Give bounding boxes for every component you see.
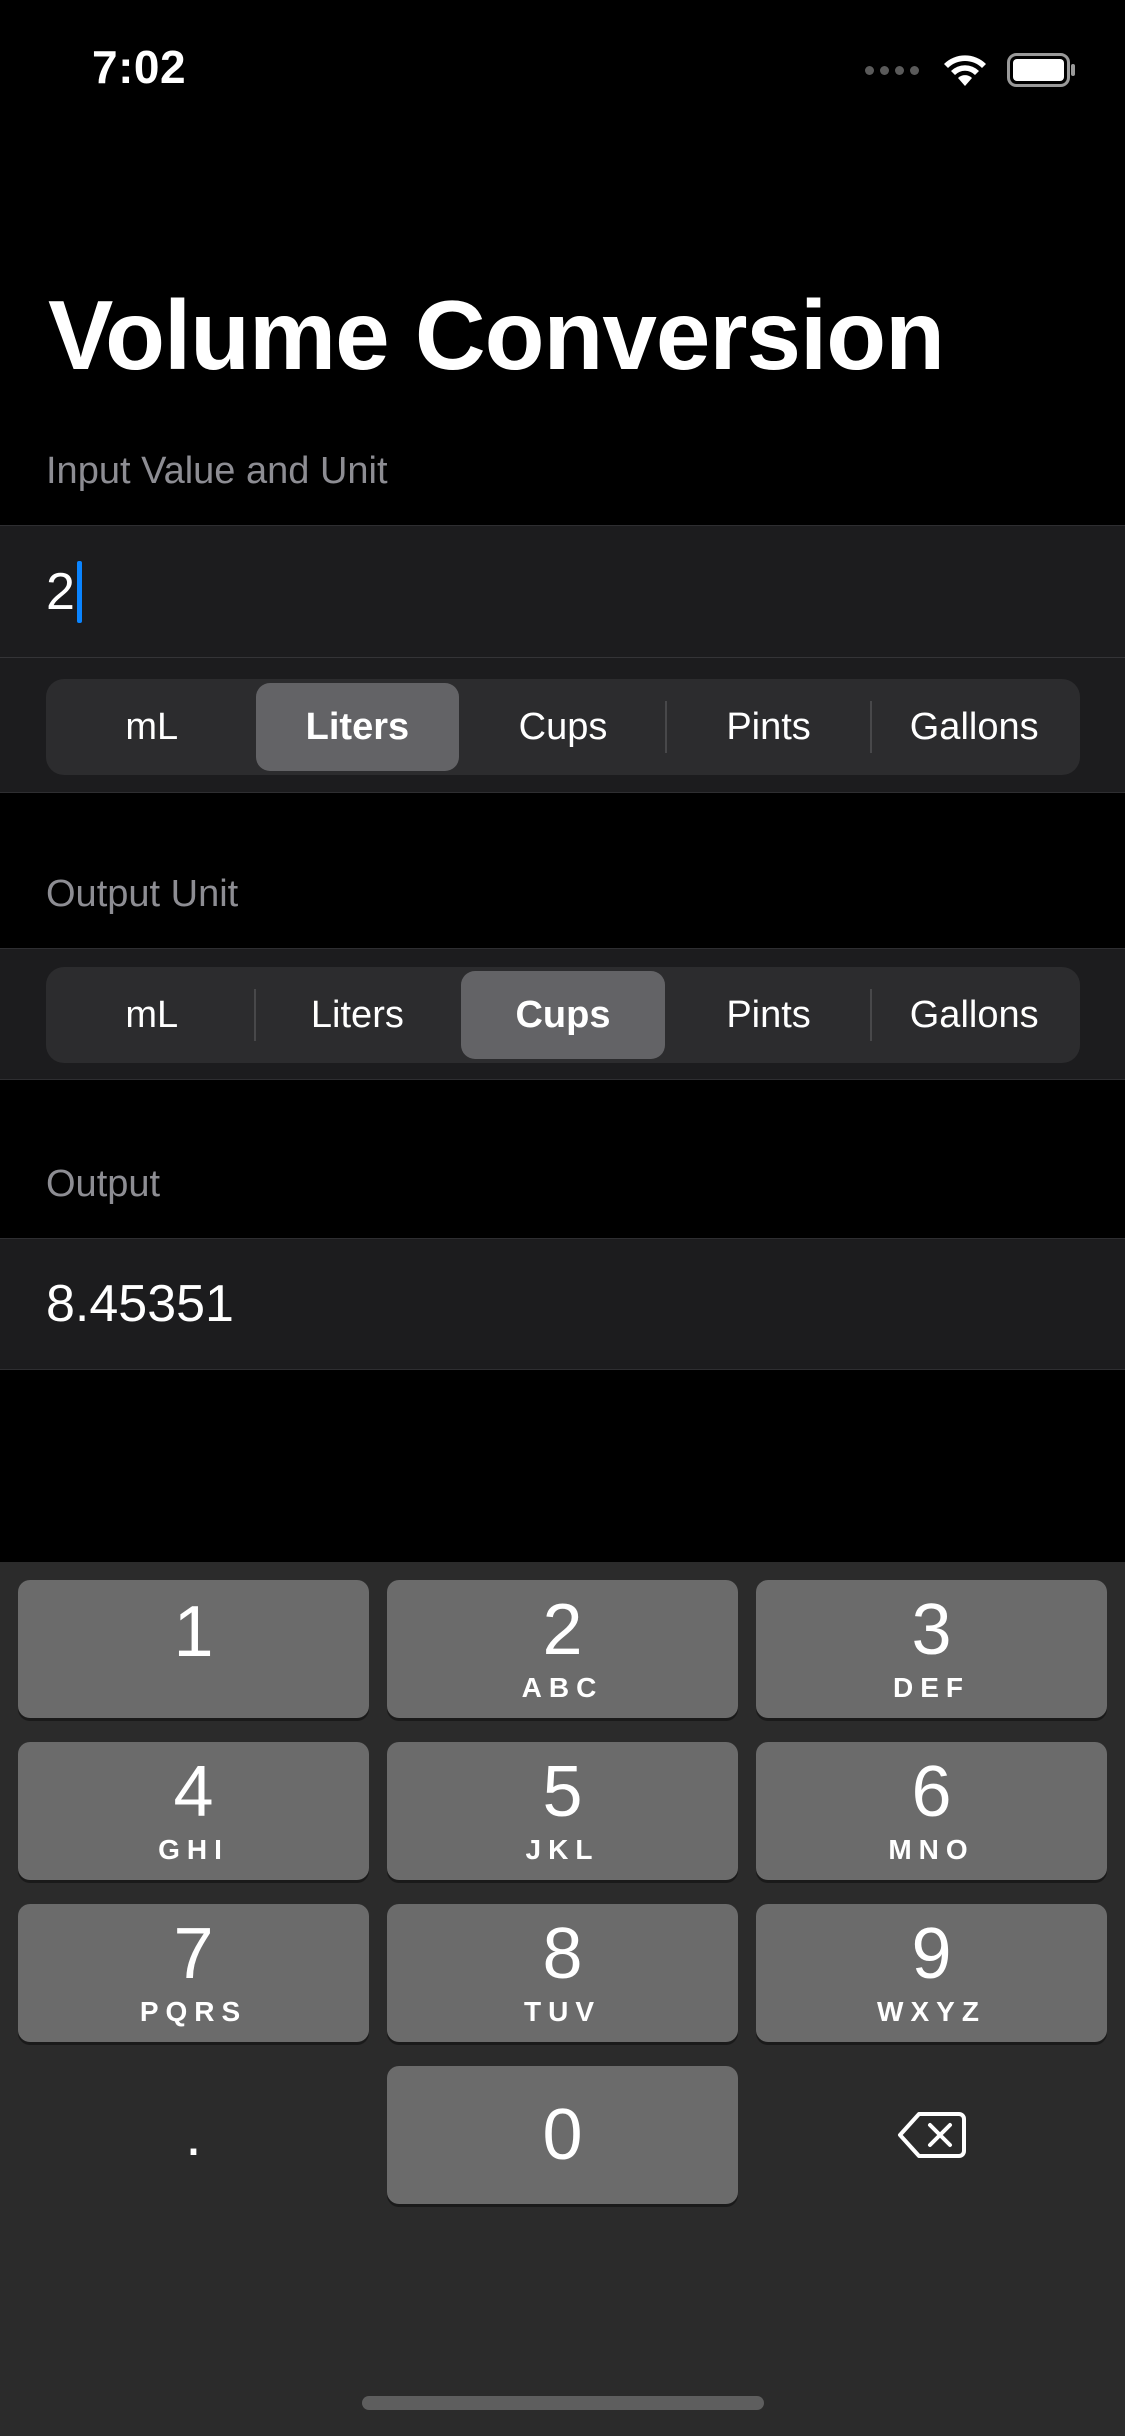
- output-unit-group: mL Liters Cups Pints Gallons: [0, 948, 1125, 1080]
- key-letters: TUV: [524, 1996, 601, 2027]
- key-digit: 1: [173, 1592, 214, 1672]
- output-unit-segment-gallons[interactable]: Gallons: [872, 971, 1076, 1059]
- key-letters: GHI: [158, 1834, 229, 1865]
- output-unit-segment-ml[interactable]: mL: [50, 971, 254, 1059]
- key-7[interactable]: 7 PQRS: [18, 1904, 369, 2042]
- input-unit-segmented-control[interactable]: mL Liters Cups Pints Gallons: [46, 679, 1080, 775]
- key-letters: MNO: [888, 1834, 975, 1865]
- page-title: Volume Conversion: [48, 280, 945, 390]
- decimal-point: .: [185, 2101, 202, 2168]
- input-unit-segment-ml[interactable]: mL: [50, 683, 254, 771]
- key-0[interactable]: 0: [387, 2066, 738, 2204]
- numeric-keypad: 1 2 ABC 3 DEF 4 GHI 5 JKL 6 MNO 7 PQRS 8…: [0, 1562, 1125, 2436]
- key-letters: DEF: [893, 1672, 970, 1703]
- value-input-text[interactable]: 2: [46, 562, 75, 622]
- decimal-key[interactable]: .: [18, 2066, 369, 2204]
- input-unit-segment-gallons[interactable]: Gallons: [872, 683, 1076, 771]
- delete-key[interactable]: [756, 2066, 1107, 2204]
- status-bar: 7:02: [0, 0, 1125, 140]
- key-9[interactable]: 9 WXYZ: [756, 1904, 1107, 2042]
- output-unit-segment-pints[interactable]: Pints: [667, 971, 871, 1059]
- key-5[interactable]: 5 JKL: [387, 1742, 738, 1880]
- key-digit: 6: [911, 1752, 952, 1832]
- key-letters: ABC: [521, 1672, 604, 1703]
- input-unit-segment-liters[interactable]: Liters: [255, 683, 460, 771]
- input-group: 2 mL Liters Cups Pints Gallons: [0, 525, 1125, 793]
- text-caret: [76, 560, 82, 623]
- key-digit: 2: [542, 1590, 583, 1670]
- key-digit: 0: [542, 2095, 583, 2175]
- key-digit: 9: [911, 1914, 952, 1994]
- key-letters: PQRS: [139, 1996, 248, 2027]
- output-unit-segmented-control[interactable]: mL Liters Cups Pints Gallons: [46, 967, 1080, 1063]
- battery-icon: [1007, 53, 1075, 87]
- output-unit-segment-cups[interactable]: Cups: [461, 971, 665, 1059]
- key-3[interactable]: 3 DEF: [756, 1580, 1107, 1718]
- key-digit: 7: [173, 1914, 214, 1994]
- key-2[interactable]: 2 ABC: [387, 1580, 738, 1718]
- output-group: 8.45351: [0, 1238, 1125, 1370]
- value-input-field[interactable]: 2: [0, 526, 1125, 658]
- key-4[interactable]: 4 GHI: [18, 1742, 369, 1880]
- key-digit: 8: [542, 1914, 583, 1994]
- wifi-icon: [944, 55, 986, 86]
- cellular-signal-icon: [865, 65, 919, 75]
- key-6[interactable]: 6 MNO: [756, 1742, 1107, 1880]
- home-indicator[interactable]: [362, 2396, 764, 2410]
- key-1[interactable]: 1: [18, 1580, 369, 1718]
- input-unit-segment-pints[interactable]: Pints: [667, 683, 871, 771]
- output-unit-segment-liters[interactable]: Liters: [256, 971, 460, 1059]
- key-digit: 4: [173, 1752, 214, 1832]
- status-icons: [865, 52, 1077, 88]
- output-unit-section-header: Output Unit: [46, 873, 239, 915]
- key-letters: JKL: [525, 1834, 600, 1865]
- input-unit-segment-cups[interactable]: Cups: [461, 683, 665, 771]
- output-value: 8.45351: [46, 1275, 234, 1333]
- backspace-icon: [897, 2112, 966, 2158]
- key-letters: WXYZ: [877, 1996, 986, 2027]
- key-digit: 3: [911, 1590, 952, 1670]
- input-section-header: Input Value and Unit: [46, 450, 388, 492]
- status-time: 7:02: [92, 41, 187, 93]
- output-section-header: Output: [46, 1163, 161, 1205]
- key-digit: 5: [542, 1752, 583, 1832]
- key-8[interactable]: 8 TUV: [387, 1904, 738, 2042]
